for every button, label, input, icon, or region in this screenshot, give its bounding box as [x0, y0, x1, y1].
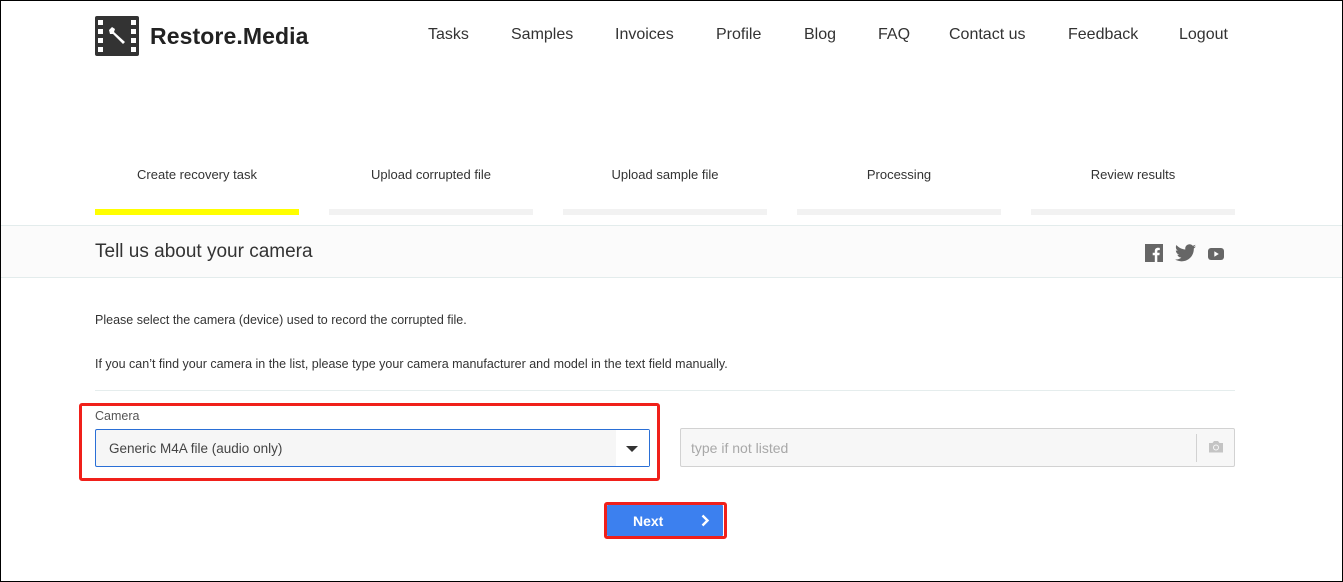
brand-logo[interactable]: Restore.Media [95, 16, 309, 56]
nav-contact-us[interactable]: Contact us [949, 26, 1025, 44]
twitter-icon[interactable] [1175, 244, 1196, 267]
nav-samples[interactable]: Samples [511, 26, 573, 44]
camera-label: Camera [95, 409, 140, 423]
camera-select-toggle[interactable] [616, 430, 649, 466]
nav-invoices[interactable]: Invoices [615, 26, 674, 44]
step-processing: Processing [866, 167, 932, 182]
chevron-right-icon [701, 514, 710, 530]
divider [95, 390, 1235, 391]
facebook-icon[interactable] [1145, 244, 1163, 267]
camera-selected-value: Generic M4A file (audio only) [109, 441, 283, 456]
camera-select[interactable]: Generic M4A file (audio only) [95, 429, 650, 467]
window-frame [0, 0, 1343, 582]
instruction-manual-entry: If you can’t find your camera in the lis… [95, 357, 728, 371]
nav-faq[interactable]: FAQ [878, 26, 910, 44]
brand-name: Restore.Media [150, 22, 309, 49]
step-bar-review-results [1031, 209, 1235, 215]
step-upload-corrupted-file: Upload corrupted file [371, 167, 491, 182]
step-bar-upload-sample-file [563, 209, 767, 215]
manual-camera-field [680, 428, 1235, 467]
page-title: Tell us about your camera [95, 241, 313, 262]
next-button-label: Next [633, 513, 664, 529]
youtube-icon[interactable] [1208, 247, 1224, 265]
manual-camera-input[interactable] [681, 429, 1196, 466]
caret-down-icon [626, 446, 638, 452]
nav-blog[interactable]: Blog [804, 26, 836, 44]
camera-icon[interactable] [1208, 440, 1224, 458]
step-review-results: Review results [1090, 167, 1176, 182]
step-bar-processing [797, 209, 1001, 215]
step-bar-upload-corrupted-file [329, 209, 533, 215]
step-bar-create-recovery-task [95, 209, 299, 215]
input-separator [1196, 434, 1197, 462]
next-button[interactable]: Next [607, 505, 723, 536]
step-create-recovery-task: Create recovery task [137, 167, 257, 182]
nav-tasks[interactable]: Tasks [428, 26, 469, 44]
nav-profile[interactable]: Profile [716, 26, 761, 44]
film-wrench-icon [95, 16, 139, 56]
step-upload-sample-file: Upload sample file [611, 167, 719, 182]
instruction-select-camera: Please select the camera (device) used t… [95, 313, 467, 327]
nav-feedback[interactable]: Feedback [1068, 26, 1138, 44]
section-header: Tell us about your camera [0, 225, 1343, 278]
nav-logout[interactable]: Logout [1179, 26, 1228, 44]
